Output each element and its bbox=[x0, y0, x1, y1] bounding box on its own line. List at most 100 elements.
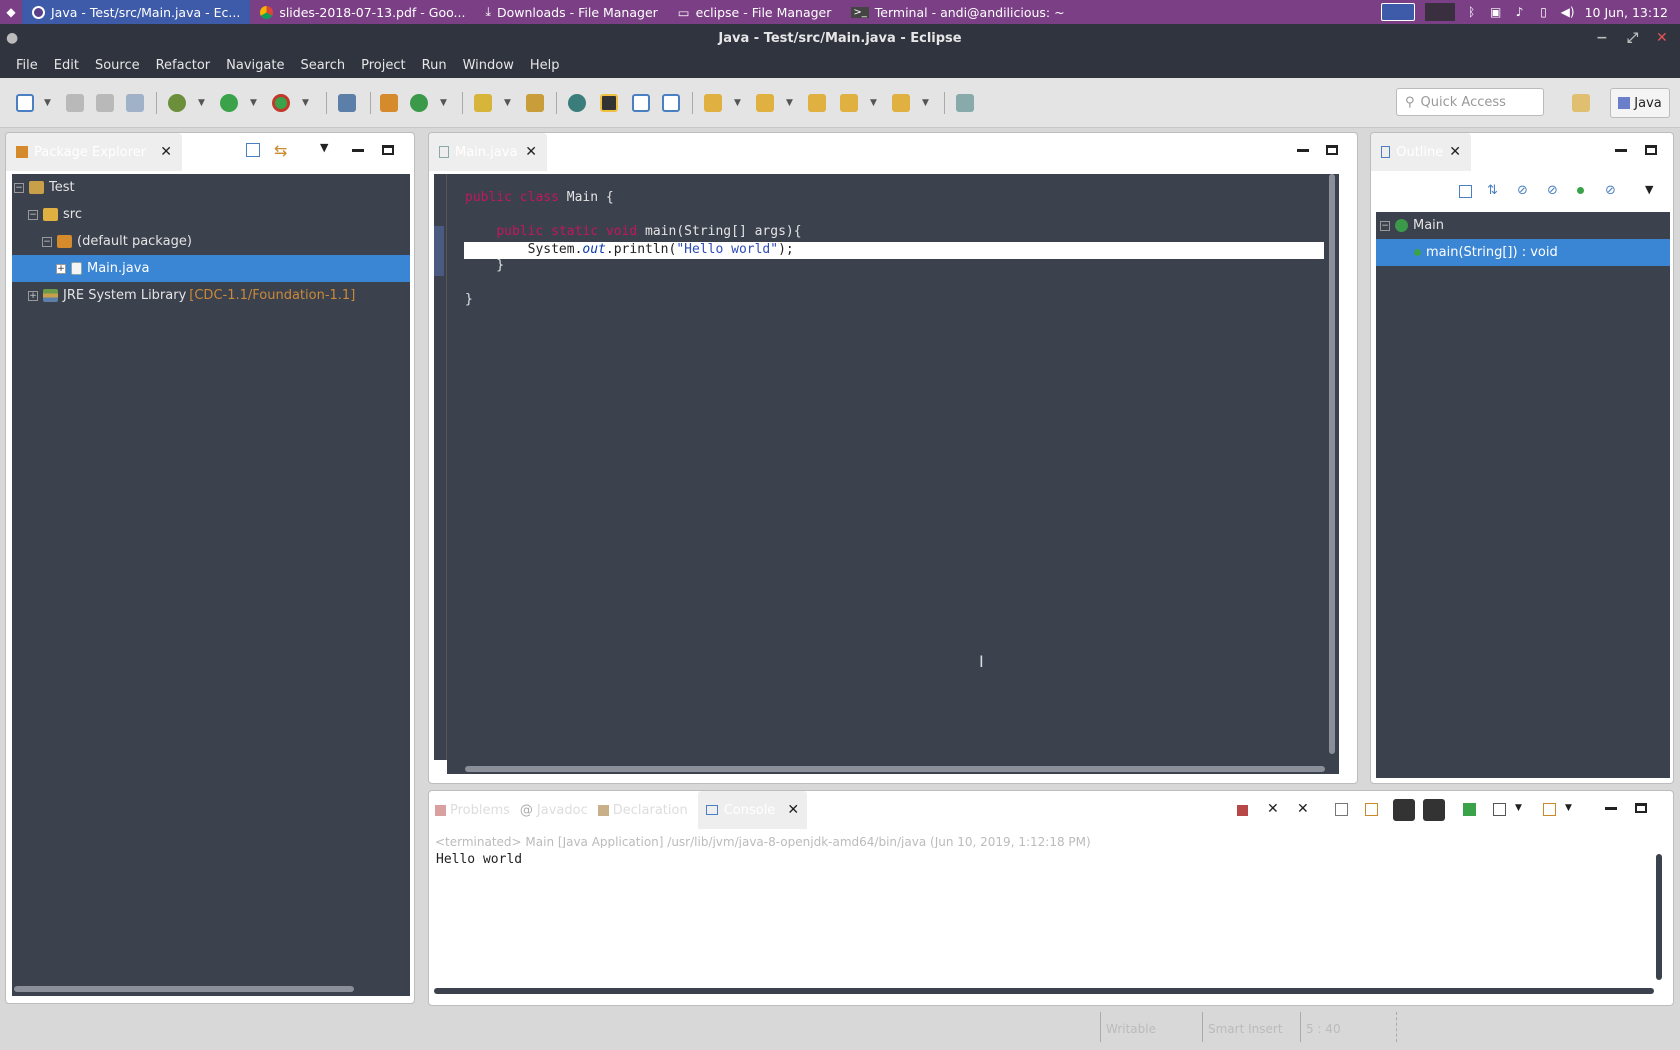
hide-non-public-icon[interactable] bbox=[1577, 187, 1584, 194]
tree-item-jre-library[interactable]: + JRE System Library [CDC-1.1/Foundation… bbox=[12, 282, 410, 309]
coverage-icon[interactable] bbox=[272, 94, 290, 112]
close-window-icon[interactable]: ✕ bbox=[1656, 30, 1668, 46]
terminate-icon[interactable] bbox=[1237, 805, 1248, 816]
horizontal-scrollbar[interactable] bbox=[465, 766, 1325, 772]
skip-breakpoints-icon[interactable] bbox=[338, 94, 356, 112]
menu-run[interactable]: Run bbox=[414, 58, 455, 73]
open-console-icon[interactable] bbox=[1543, 803, 1556, 816]
volume-icon[interactable]: ◀) bbox=[1561, 5, 1575, 19]
back-icon[interactable] bbox=[840, 94, 858, 112]
pin-editor-icon[interactable] bbox=[956, 94, 974, 112]
java-perspective-button[interactable]: Java bbox=[1610, 88, 1670, 118]
close-icon[interactable]: ✕ bbox=[525, 144, 537, 160]
menu-help[interactable]: Help bbox=[522, 58, 568, 73]
run-icon[interactable] bbox=[220, 94, 238, 112]
chevron-down-icon[interactable]: ▼ bbox=[440, 98, 447, 108]
chevron-down-icon[interactable]: ▼ bbox=[504, 98, 511, 108]
display-console-icon[interactable] bbox=[1493, 803, 1506, 816]
link-with-editor-icon[interactable]: ⇆ bbox=[274, 141, 287, 160]
block-selection-icon[interactable] bbox=[632, 94, 650, 112]
close-icon[interactable]: ✕ bbox=[160, 144, 172, 160]
chevron-down-icon[interactable]: ▼ bbox=[1565, 803, 1572, 813]
expand-toggle[interactable]: + bbox=[28, 290, 38, 301]
chevron-down-icon[interactable]: ▼ bbox=[786, 98, 793, 108]
package-explorer-tab[interactable]: Package Explorer ✕ bbox=[6, 133, 182, 171]
chevron-down-icon[interactable]: ▼ bbox=[734, 98, 741, 108]
taskbar-tab-downloads[interactable]: ⤓ Downloads - File Manager bbox=[475, 0, 667, 24]
minimize-view-icon[interactable] bbox=[352, 149, 364, 152]
outline-item-class[interactable]: − Main bbox=[1376, 212, 1670, 239]
open-task-icon[interactable] bbox=[526, 94, 544, 112]
menu-search[interactable]: Search bbox=[292, 58, 353, 73]
menu-window[interactable]: Window bbox=[455, 58, 522, 73]
collapse-all-icon[interactable] bbox=[1459, 185, 1472, 198]
chevron-down-icon[interactable]: ▼ bbox=[870, 98, 877, 108]
console-output[interactable]: Hello world bbox=[434, 848, 1662, 994]
tab-declaration[interactable]: Declaration bbox=[597, 803, 688, 818]
vertical-scrollbar[interactable] bbox=[1329, 174, 1335, 754]
print-icon[interactable] bbox=[126, 94, 144, 112]
chevron-down-icon[interactable]: ▼ bbox=[1515, 803, 1522, 813]
maximize-view-icon[interactable] bbox=[382, 145, 394, 155]
hide-local-types-icon[interactable]: ⊘ bbox=[1605, 183, 1616, 198]
view-menu-icon[interactable]: ▼ bbox=[320, 141, 328, 154]
tree-item-main-java[interactable]: + Main.java bbox=[12, 255, 410, 282]
maximize-view-icon[interactable] bbox=[1645, 145, 1657, 155]
menu-navigate[interactable]: Navigate bbox=[218, 58, 292, 73]
chevron-down-icon[interactable]: ▼ bbox=[250, 98, 257, 108]
tree-item-src[interactable]: − src bbox=[12, 201, 410, 228]
view-menu-icon[interactable]: ▼ bbox=[1645, 183, 1653, 196]
open-perspective-icon[interactable] bbox=[1572, 94, 1590, 112]
collapse-all-icon[interactable] bbox=[246, 143, 260, 157]
bluetooth-icon[interactable]: ᛒ bbox=[1465, 5, 1479, 19]
debug-icon[interactable] bbox=[168, 94, 186, 112]
window-menu-icon[interactable]: ● bbox=[6, 30, 18, 46]
menu-edit[interactable]: Edit bbox=[46, 58, 87, 73]
new-java-package-icon[interactable] bbox=[380, 94, 398, 112]
remove-all-terminated-icon[interactable]: ✕ bbox=[1297, 801, 1309, 817]
chevron-down-icon[interactable]: ▼ bbox=[198, 98, 205, 108]
collapse-toggle[interactable]: − bbox=[42, 236, 52, 247]
hide-static-icon[interactable]: ⊘ bbox=[1547, 183, 1558, 198]
code-editor[interactable]: public class Main { public static void m… bbox=[447, 174, 1339, 774]
horizontal-scrollbar[interactable] bbox=[14, 986, 354, 992]
outline-tab[interactable]: Outline ✕ bbox=[1371, 133, 1471, 171]
show-on-stdout-icon[interactable] bbox=[1393, 799, 1415, 821]
next-annotation-icon[interactable] bbox=[704, 94, 722, 112]
chevron-down-icon[interactable]: ▼ bbox=[302, 98, 309, 108]
vertical-scrollbar[interactable] bbox=[1656, 854, 1662, 980]
horizontal-scrollbar[interactable] bbox=[434, 988, 1654, 994]
save-all-icon[interactable] bbox=[96, 94, 114, 112]
network-icon[interactable]: ▣ bbox=[1489, 5, 1503, 19]
minimize-view-icon[interactable] bbox=[1297, 149, 1309, 152]
restore-icon[interactable]: ⤢ bbox=[1627, 30, 1638, 46]
editor-tab-main-java[interactable]: Main.java ✕ bbox=[429, 133, 547, 171]
new-java-class-icon[interactable] bbox=[410, 94, 428, 112]
notification-bell-icon[interactable]: ♪ bbox=[1513, 5, 1527, 19]
taskbar-tab-terminal[interactable]: >_ Terminal - andi@andilicious: ~ bbox=[841, 0, 1074, 24]
minimize-icon[interactable]: − bbox=[1596, 30, 1608, 46]
menu-refactor[interactable]: Refactor bbox=[148, 58, 219, 73]
menu-source[interactable]: Source bbox=[87, 58, 148, 73]
new-icon[interactable] bbox=[16, 94, 34, 112]
expand-toggle[interactable]: + bbox=[56, 263, 66, 274]
maximize-view-icon[interactable] bbox=[1326, 145, 1338, 155]
tree-item-project[interactable]: − Test bbox=[12, 174, 410, 201]
previous-annotation-icon[interactable] bbox=[756, 94, 774, 112]
minimize-view-icon[interactable] bbox=[1615, 149, 1627, 152]
show-on-stderr-icon[interactable] bbox=[1423, 799, 1445, 821]
close-icon[interactable]: ✕ bbox=[787, 802, 799, 818]
forward-icon[interactable] bbox=[892, 94, 910, 112]
clear-console-icon[interactable] bbox=[1335, 803, 1348, 816]
open-type-icon[interactable] bbox=[474, 94, 492, 112]
tab-javadoc[interactable]: @ Javadoc bbox=[520, 803, 588, 818]
maximize-view-icon[interactable] bbox=[1635, 803, 1647, 813]
collapse-toggle[interactable]: − bbox=[1380, 220, 1390, 231]
save-icon[interactable] bbox=[66, 94, 84, 112]
taskbar-tab-chrome[interactable]: slides-2018-07-13.pdf - Goo... bbox=[250, 0, 475, 24]
show-whitespace-icon[interactable] bbox=[662, 94, 680, 112]
tab-problems[interactable]: Problems bbox=[435, 803, 510, 818]
last-edit-location-icon[interactable] bbox=[808, 94, 826, 112]
sort-icon[interactable]: ⇅ bbox=[1487, 183, 1498, 198]
scroll-lock-icon[interactable] bbox=[1365, 803, 1378, 816]
